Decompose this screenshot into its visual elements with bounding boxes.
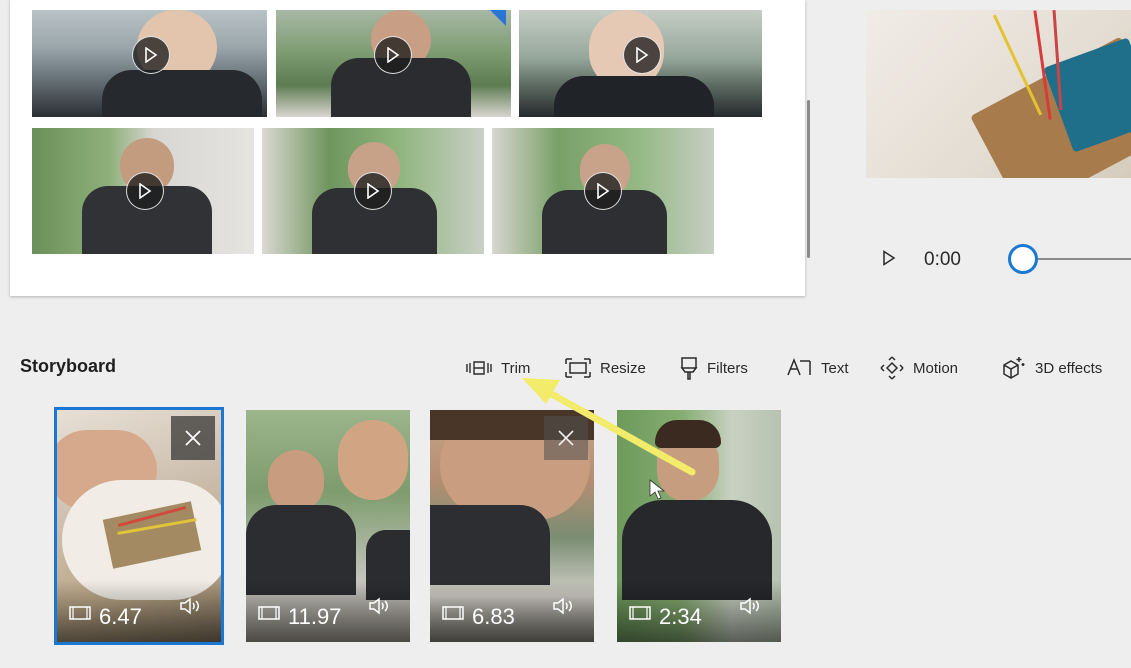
remove-clip-button[interactable] xyxy=(544,416,588,460)
3d-effects-icon xyxy=(1000,355,1026,381)
library-clip-thumbnail[interactable] xyxy=(519,10,762,117)
text-icon xyxy=(786,357,812,379)
playback-time: 0:00 xyxy=(924,249,961,270)
resize-label: Resize xyxy=(600,359,646,377)
storyboard-card[interactable]: 6.83 xyxy=(430,410,594,642)
playback-controls: 0:00 xyxy=(880,240,1131,280)
storyboard-card[interactable]: 11.97 xyxy=(246,410,410,642)
library-clip-thumbnail[interactable] xyxy=(492,128,714,254)
remove-clip-button[interactable] xyxy=(171,416,215,460)
text-label: Text xyxy=(821,359,849,377)
motion-label: Motion xyxy=(913,359,959,377)
card-info-overlay: 2:34 xyxy=(617,580,781,642)
seek-bar-thumb[interactable] xyxy=(1008,244,1038,274)
video-clip-icon xyxy=(442,605,464,626)
storyboard-heading: Storyboard xyxy=(20,356,117,376)
volume-icon[interactable] xyxy=(179,597,203,620)
play-icon[interactable] xyxy=(354,172,392,210)
library-clip-thumbnail[interactable] xyxy=(262,128,484,254)
card-info-overlay: 6.47 xyxy=(57,580,221,642)
3d-effects-label: 3D effects xyxy=(1035,359,1103,377)
clip-duration: 2:34 xyxy=(659,604,702,629)
volume-icon[interactable] xyxy=(552,597,576,620)
clip-duration: 11.97 xyxy=(288,604,342,629)
play-icon[interactable] xyxy=(584,172,622,210)
trim-label: Trim xyxy=(501,359,531,377)
filters-label: Filters xyxy=(707,359,748,377)
video-preview xyxy=(866,10,1131,178)
seek-bar[interactable] xyxy=(1038,258,1131,260)
library-scrollbar[interactable] xyxy=(807,100,810,258)
play-icon[interactable] xyxy=(126,172,164,210)
play-icon[interactable] xyxy=(374,36,412,74)
filters-icon xyxy=(680,356,698,380)
close-icon xyxy=(558,430,574,446)
storyboard-card[interactable]: 6.47 xyxy=(54,407,224,645)
resize-icon xyxy=(565,358,591,378)
selected-corner-marker xyxy=(490,10,506,26)
play-icon[interactable] xyxy=(132,36,170,74)
video-clip-icon xyxy=(258,605,280,626)
clip-duration: 6.47 xyxy=(99,604,142,629)
library-clip-thumbnail[interactable] xyxy=(32,128,254,254)
3d-effects-button[interactable]: 3D effects xyxy=(1000,352,1102,384)
motion-button[interactable]: Motion xyxy=(880,352,958,384)
motion-icon xyxy=(880,356,904,380)
volume-icon[interactable] xyxy=(739,597,763,620)
library-clip-thumbnail[interactable] xyxy=(32,10,267,117)
project-library-panel xyxy=(10,0,810,296)
clip-duration: 6.83 xyxy=(472,604,515,629)
video-clip-icon xyxy=(629,605,651,626)
play-icon[interactable] xyxy=(623,36,661,74)
storyboard-card[interactable]: 2:34 xyxy=(617,410,781,642)
library-clip-thumbnail[interactable] xyxy=(276,10,511,117)
play-icon xyxy=(883,250,896,266)
text-button[interactable]: Text xyxy=(786,352,849,384)
play-button[interactable] xyxy=(882,250,896,271)
card-info-overlay: 11.97 xyxy=(246,580,410,642)
volume-icon[interactable] xyxy=(368,597,392,620)
video-clip-icon xyxy=(69,605,91,626)
trim-button[interactable]: Trim xyxy=(466,352,530,384)
close-icon xyxy=(185,430,201,446)
card-info-overlay: 6.83 xyxy=(430,580,594,642)
filters-button[interactable]: Filters xyxy=(680,352,748,384)
resize-button[interactable]: Resize xyxy=(565,352,646,384)
trim-icon xyxy=(466,360,492,376)
